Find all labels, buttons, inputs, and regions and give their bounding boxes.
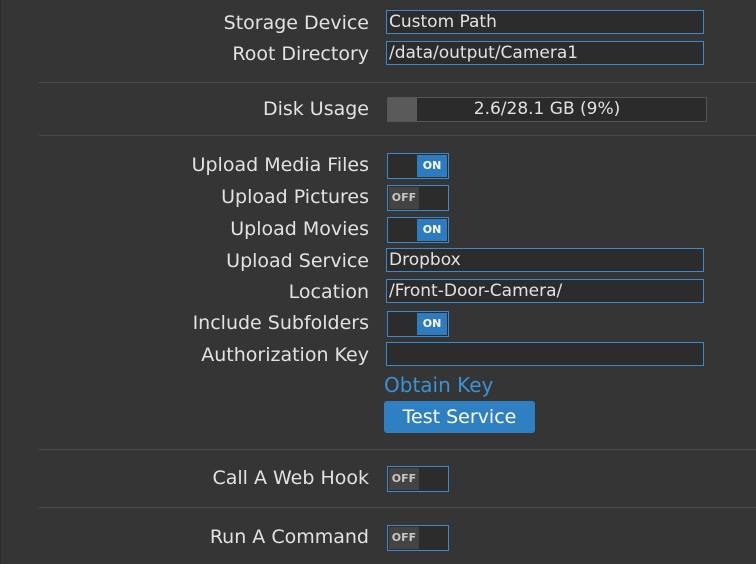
upload-media-label: Upload Media Files [191,154,369,176]
run-command-toggle[interactable]: OFF [387,525,449,551]
run-command-row: Run A Command OFF [1,523,756,551]
toggle-state-text: OFF [389,187,419,209]
test-service-button[interactable]: Test Service [384,401,535,433]
toggle-state-text: OFF [389,468,419,490]
include-subfolders-label: Include Subfolders [192,312,369,334]
include-subfolders-toggle[interactable]: ON [387,311,449,337]
toggle-state-text: ON [417,155,447,177]
upload-service-row: Upload Service Dropbox [1,247,756,275]
divider [39,507,756,508]
toggle-state-text: ON [417,313,447,335]
location-row: Location [1,278,756,306]
divider [39,82,756,83]
obtain-key-link[interactable]: Obtain Key [384,371,493,399]
run-command-label: Run A Command [209,526,369,548]
authorization-key-label: Authorization Key [201,344,369,366]
include-subfolders-row: Include Subfolders ON [1,309,756,337]
upload-pictures-label: Upload Pictures [221,186,369,208]
location-label: Location [288,281,369,303]
root-directory-input[interactable] [386,41,704,65]
upload-pictures-row: Upload Pictures OFF [1,183,756,211]
toggle-state-text: ON [417,219,447,241]
web-hook-toggle[interactable]: OFF [387,466,449,492]
storage-device-row: Storage Device Custom Path [1,9,756,37]
divider [39,449,756,450]
storage-device-label: Storage Device [223,12,369,34]
toggle-state-text: OFF [389,527,419,549]
web-hook-label: Call A Web Hook [212,467,369,489]
upload-media-row: Upload Media Files ON [1,151,756,179]
upload-media-toggle[interactable]: ON [387,153,449,179]
divider [39,135,756,136]
upload-movies-row: Upload Movies ON [1,215,756,243]
disk-usage-bar: 2.6/28.1 GB (9%) [387,97,707,122]
location-input[interactable] [386,279,704,303]
authorization-key-row: Authorization Key [1,341,756,369]
root-directory-label: Root Directory [232,43,369,65]
settings-panel: Storage Device Custom Path Root Director… [0,0,756,564]
disk-usage-text: 2.6/28.1 GB (9%) [473,99,621,119]
upload-service-select[interactable]: Dropbox [386,248,704,272]
authorization-key-input[interactable] [386,342,704,366]
web-hook-row: Call A Web Hook OFF [1,464,756,492]
root-directory-row: Root Directory [1,40,756,68]
upload-pictures-toggle[interactable]: OFF [387,185,449,211]
upload-movies-toggle[interactable]: ON [387,217,449,243]
upload-movies-label: Upload Movies [230,218,369,240]
disk-usage-label: Disk Usage [262,98,369,120]
upload-service-label: Upload Service [226,250,369,272]
disk-usage-row: Disk Usage 2.6/28.1 GB (9%) [1,95,756,123]
storage-device-select[interactable]: Custom Path [386,10,704,34]
